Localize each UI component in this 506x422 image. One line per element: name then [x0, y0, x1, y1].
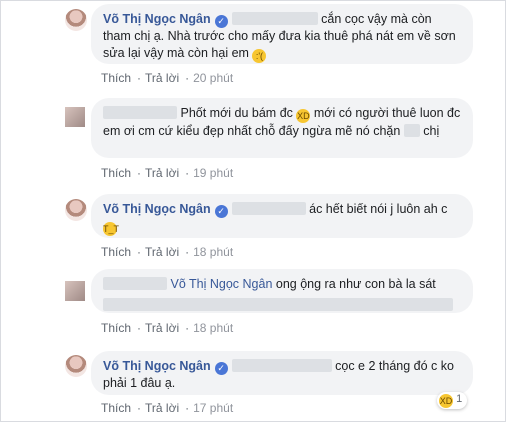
comment-bubble: Võ Thị Ngọc Ngân ong ộng ra như con bà l…: [91, 269, 473, 313]
comment-bubble: Võ Thị Ngọc Ngân ✓ cọc e 2 tháng đó c ko …: [91, 351, 473, 395]
avatar-photo: [65, 9, 87, 31]
timestamp[interactable]: 19 phút: [193, 166, 233, 180]
redacted-text: [103, 106, 177, 119]
mentioned-user[interactable]: Võ Thị Ngọc Ngân: [170, 277, 272, 291]
comment-actions: Thích · Trả lời · 20 phút: [101, 71, 234, 85]
comment-text: ác hết biết nói j luôn ah c: [309, 202, 448, 216]
crying-face-icon: T_T: [103, 222, 120, 236]
like-button[interactable]: Thích: [101, 245, 131, 259]
laughing-face-icon: XD: [296, 109, 311, 123]
comment-text: sửa lại vậy mà còn hại em: [103, 46, 249, 60]
verified-badge-icon: ✓: [214, 205, 228, 218]
reply-button[interactable]: Trả lời: [145, 71, 179, 85]
reply-button[interactable]: Trả lời: [145, 401, 179, 415]
comment-bubble: Phốt mới du bám đc XD mới có người thuê …: [91, 98, 473, 158]
reply-button[interactable]: Trả lời: [145, 321, 179, 335]
comment-actions: Thích · Trả lời · 18 phút: [101, 321, 234, 335]
comment-text: Phốt mới du bám đc: [180, 106, 293, 120]
like-button[interactable]: Thích: [101, 321, 131, 335]
comment-text: chị ạ. Nhà trước cho mấy đưa kia thuê ph…: [134, 29, 456, 43]
comment-actions: Thích · Trả lời · 19 phút: [101, 166, 234, 180]
verified-badge-icon: ✓: [214, 15, 228, 28]
redacted-line: [103, 297, 461, 314]
avatar[interactable]: [65, 199, 87, 221]
reply-button[interactable]: Trả lời: [145, 245, 179, 259]
timestamp[interactable]: 18 phút: [193, 245, 233, 259]
redacted-text: [103, 298, 453, 311]
avatar[interactable]: [65, 107, 85, 127]
redacted-text: [403, 124, 420, 137]
avatar[interactable]: [65, 9, 87, 31]
comment-text: chị: [423, 124, 440, 138]
avatar[interactable]: [65, 355, 87, 377]
comment-actions: Thích · Trả lời · 18 phút: [101, 245, 234, 259]
redacted-text: [231, 359, 332, 372]
redacted-text: [231, 12, 318, 25]
verified-badge-icon: ✓: [214, 362, 228, 375]
like-button[interactable]: Thích: [101, 401, 131, 415]
comment-text: cọc e 2 tháng đó c ko: [335, 359, 454, 373]
comment-text: ong ộng ra như con bà la sát: [275, 277, 436, 291]
timestamp[interactable]: 17 phút: [193, 401, 233, 415]
timestamp[interactable]: 20 phút: [193, 71, 233, 85]
like-button[interactable]: Thích: [101, 166, 131, 180]
reaction-count: 1: [456, 393, 463, 405]
comment-actions: Thích · Trả lời · 17 phút: [101, 401, 234, 415]
comment-bubble: Võ Thị Ngọc Ngân ✓ cắn cọc vậy mà còn tha…: [91, 4, 473, 64]
sad-face-icon: :'(: [252, 49, 267, 63]
avatar-photo: [65, 355, 87, 377]
redacted-text: [103, 277, 167, 290]
avatar[interactable]: [65, 281, 85, 301]
haha-reaction-icon: XD: [439, 394, 453, 408]
avatar-photo: [65, 199, 87, 221]
comment-author[interactable]: Võ Thị Ngọc Ngân: [103, 359, 211, 373]
comment-thread: Võ Thị Ngọc Ngân ✓ cắn cọc vậy mà còn tha…: [0, 0, 506, 422]
comment-author[interactable]: Võ Thị Ngọc Ngân: [103, 202, 211, 216]
comment-bubble: Võ Thị Ngọc Ngân ✓ ác hết biết nói j luôn…: [91, 194, 473, 238]
redacted-text: [231, 202, 306, 215]
comment-text: mới có người thuê luon: [313, 106, 444, 120]
comment-author[interactable]: Võ Thị Ngọc Ngân: [103, 12, 211, 26]
like-button[interactable]: Thích: [101, 71, 131, 85]
comment-text: phải 1 đâu ạ.: [103, 376, 176, 390]
reply-button[interactable]: Trả lời: [145, 166, 179, 180]
timestamp[interactable]: 18 phút: [193, 321, 233, 335]
reaction-summary[interactable]: XD 1: [437, 392, 468, 409]
